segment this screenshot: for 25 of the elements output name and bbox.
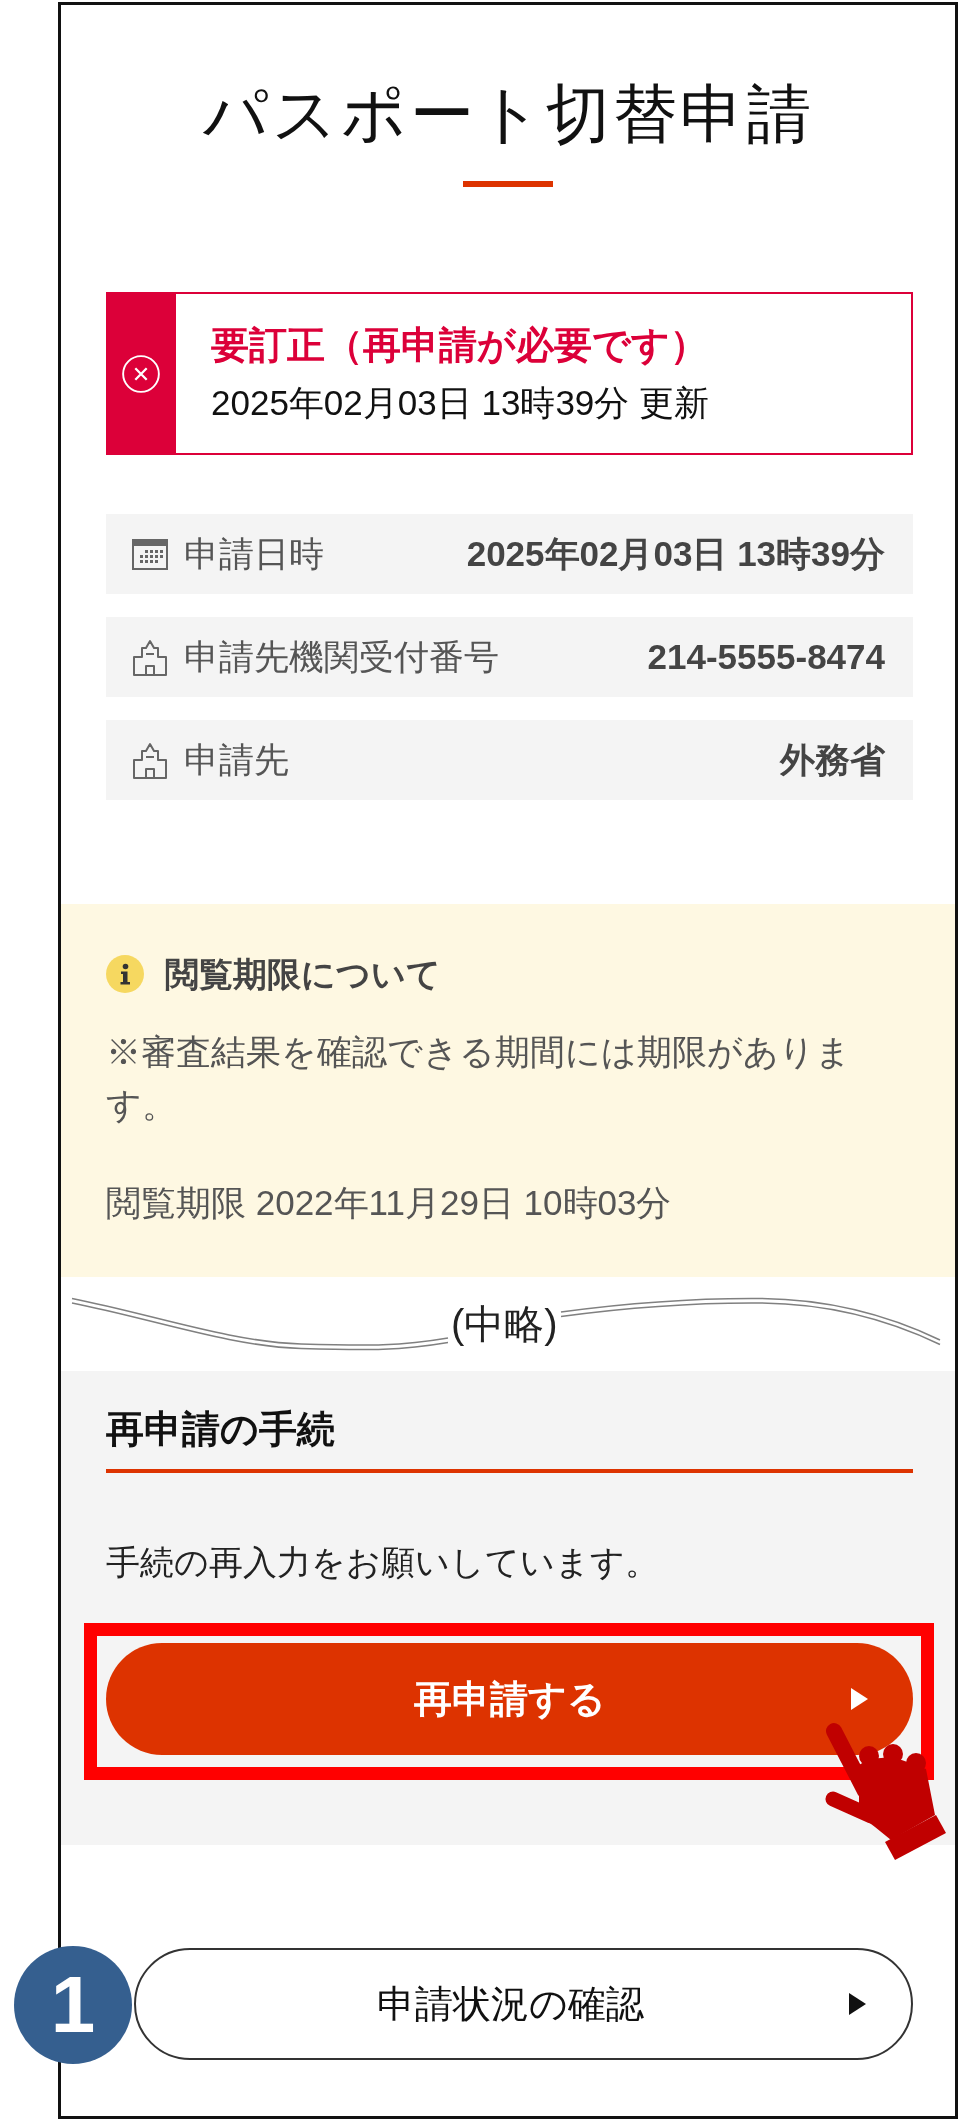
triangle-right-icon	[851, 1688, 868, 1710]
detail-value: 214-5555-8474	[647, 637, 885, 677]
notice-text: ※審査結果を確認できる期間には期限があります。	[106, 1031, 852, 1126]
omission-label: (中略)	[450, 1301, 559, 1348]
triangle-right-icon	[849, 1993, 866, 2015]
status-title: 要訂正（再申請が必要です）	[211, 322, 709, 368]
x-circle-icon	[122, 354, 160, 393]
resubmit-button[interactable]: 再申請する	[106, 1643, 913, 1755]
status-check-button[interactable]: 申請状況の確認	[134, 1948, 913, 2060]
info-icon	[106, 955, 144, 993]
detail-label: 申請先	[184, 738, 290, 781]
update-timestamp: 2025年02月03日 13時39分 更新	[211, 381, 710, 424]
detail-label: 申請先機関受付番号	[184, 635, 500, 678]
building-icon	[132, 741, 168, 779]
step-badge: 1	[14, 1946, 132, 2064]
instruction-text: 手続の再入力をお願いしています。	[106, 1542, 660, 1583]
notice-title: 閲覧期限について	[165, 954, 441, 995]
deadline-text: 閲覧期限 2022年11月29日 10時03分	[106, 1182, 673, 1224]
page-title: パスポート切替申請	[202, 77, 814, 152]
section-heading: 再申請の手続	[106, 1407, 336, 1452]
building-icon	[132, 638, 168, 676]
detail-value: 外務省	[780, 738, 885, 781]
calendar-icon	[132, 538, 168, 570]
detail-value: 2025年02月03日 13時39分	[466, 532, 885, 575]
detail-label: 申請日時	[184, 532, 325, 575]
